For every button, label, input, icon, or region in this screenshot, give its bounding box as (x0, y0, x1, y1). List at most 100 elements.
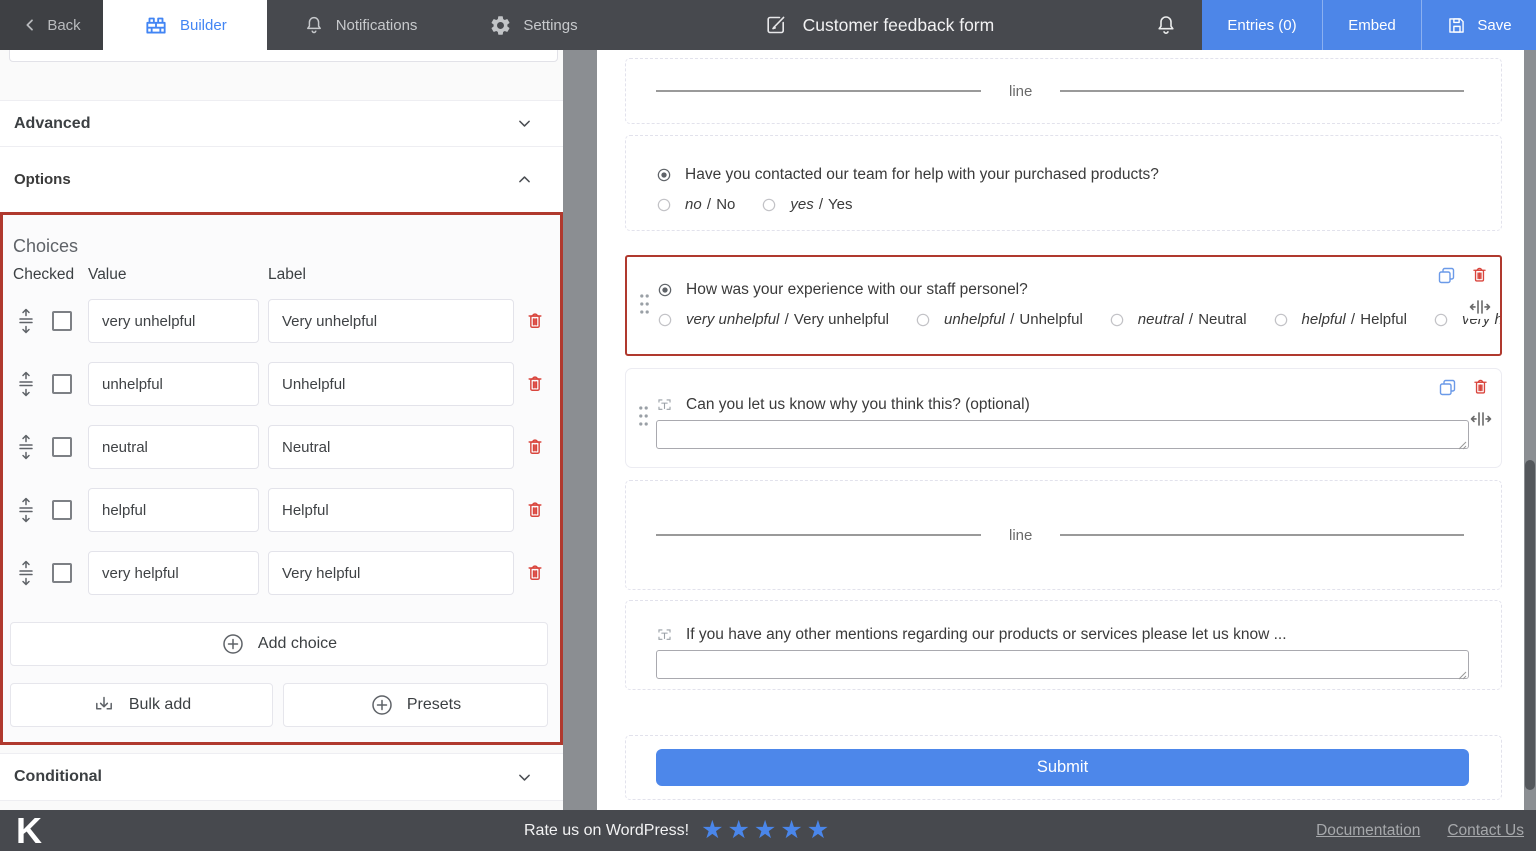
add-choice-button[interactable]: Add choice (10, 622, 548, 666)
radio-option[interactable]: yes / Yes (761, 196, 852, 213)
duplicate-icon[interactable] (1436, 265, 1457, 286)
choice-label-input[interactable] (268, 362, 514, 406)
tab-builder[interactable]: Builder (103, 0, 267, 50)
section-conditional[interactable]: Conditional (0, 753, 563, 801)
radio-option[interactable]: very unhelpful / Very unhelpful (657, 311, 889, 328)
drag-handle-icon[interactable] (15, 560, 37, 586)
choice-value-input[interactable] (88, 425, 259, 469)
header-actions: Entries (0) Embed Save (1202, 0, 1536, 50)
tab-notifications[interactable]: Notifications (267, 0, 454, 50)
form-canvas: line Have you contacted our team for hel… (597, 50, 1524, 810)
field-label: Can you let us know why you think this? … (686, 396, 1030, 414)
star-row[interactable]: ★★★★★ (701, 818, 833, 843)
drag-dots-icon[interactable] (638, 405, 649, 431)
app-body: Advanced Options Choices Checked Value L… (0, 50, 1536, 810)
radio-empty-icon (1433, 312, 1449, 328)
text-field-icon (656, 397, 673, 414)
edit-icon[interactable] (764, 13, 788, 37)
choice-value-input[interactable] (88, 299, 259, 343)
text-field-icon (656, 627, 673, 644)
resize-handle-icon[interactable] (1469, 407, 1493, 431)
trash-icon[interactable] (1471, 376, 1490, 398)
field-label: How was your experience with our staff p… (686, 281, 1028, 299)
checked-checkbox[interactable] (52, 500, 72, 520)
embed-button[interactable]: Embed (1322, 0, 1421, 50)
checked-checkbox[interactable] (52, 563, 72, 583)
checked-checkbox[interactable] (52, 437, 72, 457)
back-button[interactable]: Back (0, 0, 103, 50)
radio-option[interactable]: unhelpful / Unhelpful (915, 311, 1083, 328)
answer-textarea[interactable] (656, 650, 1469, 679)
choice-value-input[interactable] (88, 488, 259, 532)
partial-input[interactable] (9, 50, 558, 62)
choice-value-input[interactable] (88, 551, 259, 595)
entries-button[interactable]: Entries (0) (1202, 0, 1322, 50)
tab-builder-label: Builder (180, 17, 227, 34)
drag-handle-icon[interactable] (15, 434, 37, 460)
drag-handle-icon[interactable] (15, 308, 37, 334)
choices-title: Choices (13, 236, 78, 257)
radio-empty-icon (1109, 312, 1125, 328)
answer-textarea[interactable] (656, 420, 1469, 449)
form-title: Customer feedback form (803, 15, 995, 36)
choice-label-input[interactable] (268, 488, 514, 532)
tab-settings[interactable]: Settings (453, 0, 613, 50)
choice-value-input[interactable] (88, 362, 259, 406)
checked-checkbox[interactable] (52, 374, 72, 394)
col-checked: Checked (13, 266, 74, 284)
choice-row (3, 488, 560, 532)
radio-field-block-selected[interactable]: How was your experience with our staff p… (625, 255, 1502, 356)
duplicate-icon[interactable] (1437, 377, 1458, 398)
bulk-add-button[interactable]: Bulk add (10, 683, 273, 727)
documentation-link[interactable]: Documentation (1316, 822, 1420, 840)
radio-empty-icon (761, 197, 777, 213)
save-button[interactable]: Save (1421, 0, 1536, 50)
choice-row (3, 551, 560, 595)
drag-dots-icon[interactable] (639, 293, 650, 319)
field-label: Have you contacted our team for help wit… (685, 166, 1159, 184)
divider-block[interactable]: line (625, 480, 1502, 590)
trash-icon[interactable] (1470, 264, 1489, 286)
choice-row (3, 299, 560, 343)
form-title-group: Customer feedback form (764, 0, 995, 50)
delete-choice-icon[interactable] (525, 372, 545, 396)
radio-option[interactable]: neutral / Neutral (1109, 311, 1247, 328)
drag-handle-icon[interactable] (15, 371, 37, 397)
footer-links: Documentation Contact Us (1316, 810, 1524, 851)
divider-line (656, 534, 981, 536)
plus-circle-icon (221, 632, 245, 656)
section-options[interactable]: Options (0, 147, 563, 212)
scrollbar-thumb[interactable] (1525, 460, 1535, 790)
radio-empty-icon (656, 197, 672, 213)
radio-option[interactable]: helpful / Helpful (1273, 311, 1407, 328)
section-advanced[interactable]: Advanced (0, 100, 563, 147)
contact-us-link[interactable]: Contact Us (1447, 822, 1524, 840)
drag-handle-icon[interactable] (15, 497, 37, 523)
presets-button[interactable]: Presets (283, 683, 548, 727)
chevron-left-icon (22, 17, 38, 33)
delete-choice-icon[interactable] (525, 561, 545, 585)
radio-field-block[interactable]: Have you contacted our team for help wit… (625, 135, 1502, 231)
divider-block[interactable]: line (625, 58, 1502, 124)
choice-label-input[interactable] (268, 551, 514, 595)
header-bell[interactable] (1154, 0, 1178, 50)
radio-empty-icon (915, 312, 931, 328)
checked-checkbox[interactable] (52, 311, 72, 331)
delete-choice-icon[interactable] (525, 498, 545, 522)
text-field-block[interactable]: Can you let us know why you think this? … (625, 368, 1502, 468)
choice-label-input[interactable] (268, 425, 514, 469)
resize-handle-icon[interactable] (1468, 294, 1492, 318)
radio-option[interactable]: no / No (656, 196, 735, 213)
choice-label-input[interactable] (268, 299, 514, 343)
submit-block[interactable]: Submit (625, 735, 1502, 800)
footer-bar: K Rate us on WordPress! ★★★★★ Documentat… (0, 810, 1536, 851)
bricks-icon (143, 12, 169, 38)
delete-choice-icon[interactable] (525, 309, 545, 333)
field-label: If you have any other mentions regarding… (686, 626, 1287, 644)
back-label: Back (47, 17, 80, 34)
submit-button[interactable]: Submit (656, 749, 1469, 786)
delete-choice-icon[interactable] (525, 435, 545, 459)
divider-label: line (1009, 83, 1032, 100)
top-bar: Back Builder Notifications Settings Cust… (0, 0, 1536, 50)
text-field-block[interactable]: If you have any other mentions regarding… (625, 600, 1502, 690)
